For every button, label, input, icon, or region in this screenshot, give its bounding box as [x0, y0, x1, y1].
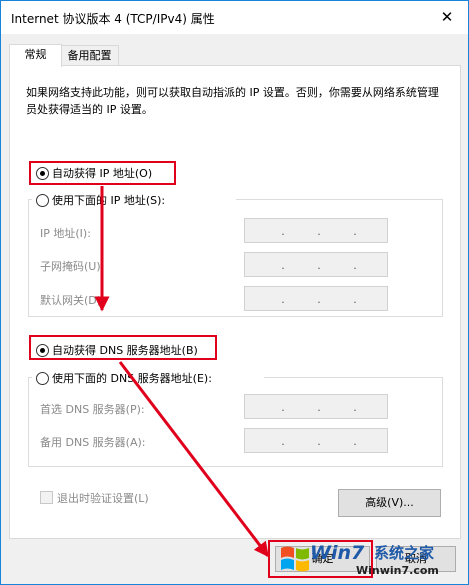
watermark-brand: Win7: [310, 542, 365, 564]
tab-general[interactable]: 常规: [9, 44, 62, 67]
windows-logo-icon: [281, 546, 309, 572]
arrow-dns-to-ok: [118, 361, 270, 558]
annotation-arrows: [94, 186, 270, 558]
watermark-site-name: 系统之家: [374, 544, 435, 562]
watermark: Win7 系统之家 Winwin7.com: [274, 540, 466, 580]
watermark-url: Winwin7.com: [356, 564, 439, 577]
tab-label: 常规: [24, 48, 47, 61]
